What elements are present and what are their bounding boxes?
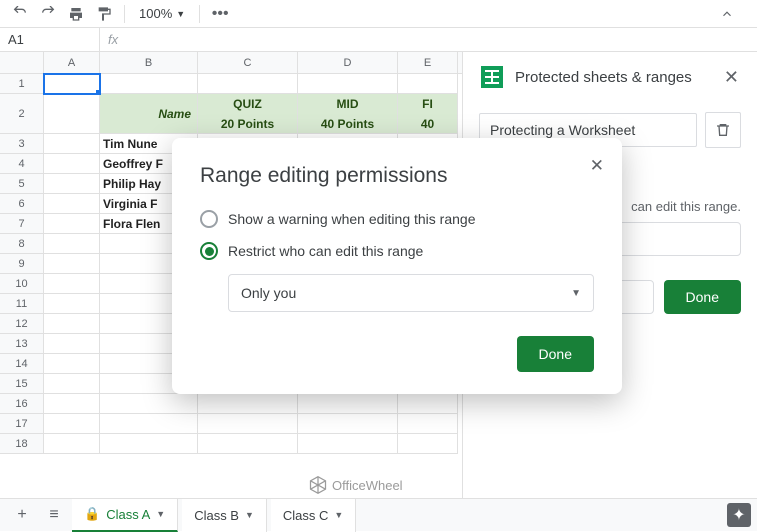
row-header[interactable]: 7	[0, 214, 44, 234]
row-header[interactable]: 15	[0, 374, 44, 394]
toolbar-divider	[199, 5, 200, 23]
radio-label: Show a warning when editing this range	[228, 211, 476, 227]
row-header[interactable]: 3	[0, 134, 44, 154]
restrict-dropdown[interactable]: Only you ▼	[228, 274, 594, 312]
tab-caret-icon[interactable]: ▼	[156, 509, 165, 519]
row-header[interactable]: 2	[0, 94, 44, 134]
close-panel-button[interactable]: ✕	[724, 67, 739, 88]
header-mid[interactable]: MID40 Points	[298, 94, 398, 134]
row-header[interactable]: 10	[0, 274, 44, 294]
row-header[interactable]: 16	[0, 394, 44, 414]
sheet-tab-class-b[interactable]: Class B▼	[182, 499, 267, 532]
row-header[interactable]: 4	[0, 154, 44, 174]
col-header[interactable]: B	[100, 52, 198, 73]
collapse-toolbar-button[interactable]	[715, 2, 739, 26]
header-name[interactable]: Name	[100, 94, 198, 134]
add-sheet-button[interactable]: +	[8, 501, 36, 529]
row-header[interactable]: 8	[0, 234, 44, 254]
radio-label: Restrict who can edit this range	[228, 243, 423, 259]
dropdown-value: Only you	[241, 285, 296, 301]
side-panel-title: Protected sheets & ranges	[515, 69, 712, 86]
name-box[interactable]: A1	[0, 28, 100, 51]
zoom-selector[interactable]: 100%▼	[133, 6, 191, 21]
watermark: OfficeWheel	[308, 475, 403, 495]
all-sheets-button[interactable]: ≡	[40, 501, 68, 529]
fx-label: fx	[100, 32, 126, 47]
print-button[interactable]	[64, 2, 88, 26]
radio-icon	[200, 210, 218, 228]
modal-done-button[interactable]: Done	[517, 336, 594, 372]
row-header[interactable]: 6	[0, 194, 44, 214]
row-header[interactable]: 9	[0, 254, 44, 274]
select-all-corner[interactable]	[0, 52, 44, 73]
row-header[interactable]: 14	[0, 354, 44, 374]
col-header[interactable]: C	[198, 52, 298, 73]
sheet-tabs-bar: + ≡ 🔒Class A▼ Class B▼ Class C▼ ✦	[0, 498, 757, 531]
row-header[interactable]: 5	[0, 174, 44, 194]
row-header[interactable]: 17	[0, 414, 44, 434]
header-final[interactable]: FI40	[398, 94, 458, 134]
paint-format-button[interactable]	[92, 2, 116, 26]
radio-icon	[200, 242, 218, 260]
row-header[interactable]: 12	[0, 314, 44, 334]
redo-button[interactable]	[36, 2, 60, 26]
formula-bar: A1 fx	[0, 28, 757, 52]
delete-button[interactable]	[705, 112, 741, 148]
row-header[interactable]: 13	[0, 334, 44, 354]
more-button[interactable]: •••	[208, 2, 232, 26]
sheet-tab-class-c[interactable]: Class C▼	[271, 499, 356, 532]
header-quiz[interactable]: QUIZ20 Points	[198, 94, 298, 134]
tab-caret-icon[interactable]: ▼	[334, 510, 343, 520]
range-permissions-modal: Range editing permissions ✕ Show a warni…	[172, 138, 622, 394]
undo-button[interactable]	[8, 2, 32, 26]
row-header[interactable]: 11	[0, 294, 44, 314]
modal-title: Range editing permissions	[200, 164, 594, 188]
tab-caret-icon[interactable]: ▼	[245, 510, 254, 520]
radio-restrict[interactable]: Restrict who can edit this range	[200, 242, 594, 260]
modal-close-button[interactable]: ✕	[590, 156, 604, 176]
sheet-tab-class-a[interactable]: 🔒Class A▼	[72, 499, 178, 532]
radio-show-warning[interactable]: Show a warning when editing this range	[200, 210, 594, 228]
row-header[interactable]: 18	[0, 434, 44, 454]
explore-button[interactable]: ✦	[727, 503, 751, 527]
sheets-icon	[481, 66, 503, 88]
toolbar-divider	[124, 5, 125, 23]
row-header[interactable]: 1	[0, 74, 44, 94]
col-header[interactable]: E	[398, 52, 458, 73]
cell-a1[interactable]	[44, 74, 100, 94]
col-header[interactable]: D	[298, 52, 398, 73]
col-header[interactable]: A	[44, 52, 100, 73]
lock-icon: 🔒	[84, 506, 100, 522]
chevron-down-icon: ▼	[571, 288, 581, 299]
done-button[interactable]: Done	[664, 280, 741, 314]
toolbar: 100%▼ •••	[0, 0, 757, 28]
